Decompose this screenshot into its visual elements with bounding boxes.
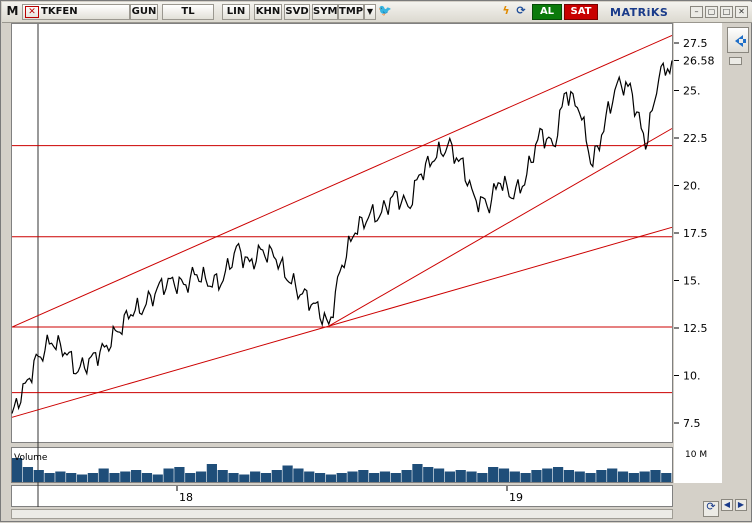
volume-bar-51 bbox=[563, 470, 575, 482]
volume-bar-33 bbox=[369, 473, 380, 482]
volume-bar-25 bbox=[282, 465, 293, 482]
volume-bar-31 bbox=[347, 471, 358, 482]
volume-bar-1 bbox=[22, 467, 34, 482]
volume-bar-24 bbox=[271, 470, 282, 482]
volume-bar-46 bbox=[509, 471, 520, 482]
current-price-label: 26.58 bbox=[683, 54, 715, 67]
volume-bar-39 bbox=[433, 468, 445, 482]
volume-bar-45 bbox=[498, 468, 510, 482]
trend-line-2 bbox=[328, 128, 673, 327]
volume-bar-10 bbox=[120, 471, 131, 482]
volume-bar-54 bbox=[596, 470, 607, 482]
volume-bar-43 bbox=[477, 473, 488, 482]
volume-bar-55 bbox=[607, 468, 618, 482]
time-tick-label-0: 18 bbox=[179, 491, 193, 504]
volume-bar-17 bbox=[195, 471, 207, 482]
volume-bar-48 bbox=[531, 470, 542, 482]
volume-bar-42 bbox=[466, 471, 477, 482]
volume-bar-23 bbox=[260, 473, 272, 482]
volume-bar-32 bbox=[358, 470, 369, 482]
price-tick-label-4: 17.5 bbox=[683, 227, 708, 240]
volume-bar-59 bbox=[650, 470, 661, 482]
volume-bar-29 bbox=[325, 474, 336, 482]
volume-bar-57 bbox=[628, 473, 639, 482]
price-tick-label-6: 12.5 bbox=[683, 322, 708, 335]
volume-bar-3 bbox=[44, 473, 55, 482]
volume-bar-60 bbox=[661, 473, 672, 482]
volume-bar-37 bbox=[412, 464, 423, 482]
volume-bar-22 bbox=[250, 471, 261, 482]
volume-bar-36 bbox=[401, 470, 412, 482]
volume-bar-40 bbox=[444, 471, 456, 482]
price-tick-label-5: 15. bbox=[683, 275, 701, 288]
volume-bar-26 bbox=[293, 468, 304, 482]
volume-bar-6 bbox=[76, 474, 88, 482]
volume-bar-28 bbox=[314, 473, 326, 482]
volume-bar-49 bbox=[542, 468, 553, 482]
volume-bar-4 bbox=[55, 471, 66, 482]
volume-bar-50 bbox=[552, 467, 564, 482]
price-tick-label-7: 10. bbox=[683, 370, 701, 383]
volume-bar-20 bbox=[228, 473, 239, 482]
volume-unit-label: 10 M bbox=[685, 450, 707, 460]
volume-bar-52 bbox=[574, 471, 585, 482]
volume-bar-5 bbox=[66, 473, 77, 482]
time-tick-label-1: 19 bbox=[509, 491, 523, 504]
volume-bar-35 bbox=[390, 473, 401, 482]
trend-line-0 bbox=[11, 34, 673, 328]
volume-bar-30 bbox=[336, 473, 347, 482]
volume-bar-38 bbox=[423, 467, 434, 482]
chart-svg: 27.5 25. 22.5 20. 17.5 15. 12.5 10. 7.5 26.58 Volu… bbox=[11, 24, 715, 507]
volume-bar-44 bbox=[488, 467, 499, 482]
volume-bar-53 bbox=[585, 473, 596, 482]
volume-bar-58 bbox=[639, 471, 650, 482]
price-tick-label-3: 20. bbox=[683, 180, 701, 193]
volume-bar-15 bbox=[174, 467, 185, 482]
price-tick-label-0: 27.5 bbox=[683, 37, 708, 50]
volume-bar-12 bbox=[141, 473, 153, 482]
volume-bar-7 bbox=[87, 473, 98, 482]
volume-bar-18 bbox=[206, 464, 217, 482]
volume-bar-19 bbox=[217, 470, 228, 482]
price-tick-label-1: 25. bbox=[683, 85, 701, 98]
volume-bar-16 bbox=[185, 473, 196, 482]
volume-bar-2 bbox=[33, 470, 44, 482]
volume-bar-9 bbox=[109, 473, 120, 482]
price-tick-label-8: 7.5 bbox=[683, 417, 701, 430]
volume-bar-14 bbox=[163, 468, 174, 482]
volume-bar-47 bbox=[520, 473, 531, 482]
volume-bar-8 bbox=[98, 468, 109, 482]
volume-label: Volume bbox=[14, 453, 48, 463]
volume-bar-41 bbox=[455, 470, 466, 482]
volume-bar-21 bbox=[239, 474, 250, 482]
volume-bar-27 bbox=[304, 471, 315, 482]
volume-bar-11 bbox=[131, 470, 142, 482]
chart-window: M ✕ TKFEN GUN TL LIN KHN SVD SYM TMP ▼ 🐦 … bbox=[0, 0, 752, 522]
price-tick-label-2: 22.5 bbox=[683, 132, 708, 145]
volume-bar-13 bbox=[152, 474, 163, 482]
volume-bar-56 bbox=[617, 471, 629, 482]
trend-line-3 bbox=[328, 226, 673, 327]
volume-bar-34 bbox=[379, 471, 391, 482]
